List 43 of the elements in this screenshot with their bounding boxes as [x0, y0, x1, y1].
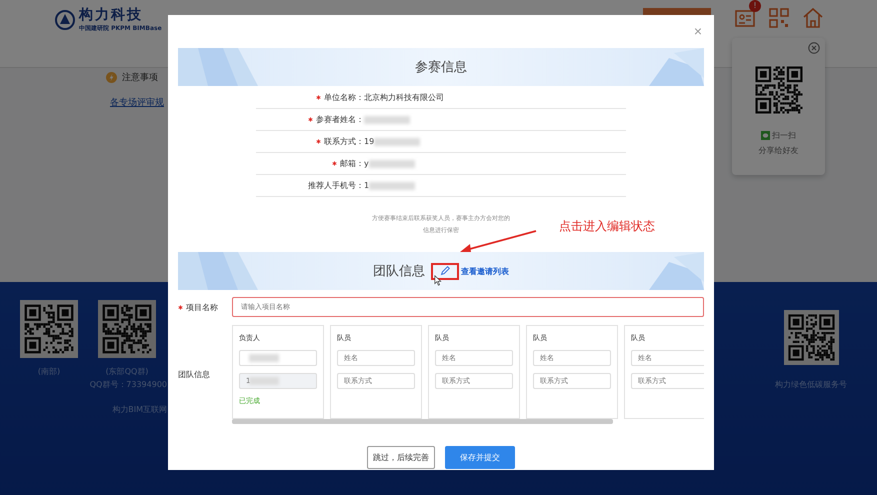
rules-link[interactable]: 各专场评审规: [110, 96, 168, 109]
notice-title: 注意事项: [122, 72, 158, 84]
close-button[interactable]: ×: [690, 23, 706, 39]
submit-button[interactable]: 保存并提交: [445, 446, 515, 469]
skip-button[interactable]: 跳过，后续完善: [367, 446, 435, 469]
glass-shape-drawing: [649, 252, 704, 290]
scan-label: 扫一扫: [772, 130, 796, 141]
field-label: 推荐人手机号：: [308, 180, 364, 191]
field-value: y: [364, 159, 369, 168]
logo-name: 构力科技: [79, 6, 144, 24]
field-label: 团队信息: [178, 369, 211, 380]
qr-icon[interactable]: [767, 6, 791, 30]
section-title: 参赛信息: [415, 59, 467, 76]
footer-text: 构力BIM互联网: [112, 404, 167, 415]
lightning-icon: [106, 72, 117, 83]
cursor-icon: [434, 275, 442, 286]
wechat-icon: [761, 131, 770, 140]
field-label: 参赛者姓名：: [316, 114, 364, 125]
field-value: 北京构力科技有限公司: [364, 92, 444, 103]
home-icon[interactable]: [801, 6, 825, 30]
edit-icon[interactable]: [439, 265, 451, 277]
qr-caption: (东部QQ群): [106, 366, 148, 377]
field-label: 项目名称: [186, 302, 218, 312]
qq-number: QQ群号：73394900: [90, 379, 167, 390]
scrollbar[interactable]: [232, 419, 613, 424]
qr-code: [784, 310, 838, 365]
field-label: 联系方式：: [324, 136, 364, 147]
field-value: 1: [364, 181, 370, 190]
qr-code: [98, 300, 156, 358]
qr-code: [20, 300, 78, 358]
annotation-text: 点击进入编辑状态: [559, 218, 655, 235]
field-label: 单位名称：: [324, 92, 364, 103]
close-icon[interactable]: [808, 42, 820, 54]
share-label: 分享给好友: [758, 145, 798, 156]
qr-caption: 构力绿色低碳服务号: [775, 379, 847, 390]
qr-caption: (南部): [38, 366, 60, 377]
logo-icon: [55, 10, 75, 30]
field-value: 19: [364, 137, 374, 146]
invite-list-link[interactable]: 查看邀请列表: [461, 266, 509, 276]
glass-shape-drawing: [649, 48, 704, 86]
notification-badge: !: [749, 0, 761, 12]
section-title: 团队信息: [373, 263, 425, 280]
field-label: 邮箱：: [340, 158, 364, 169]
